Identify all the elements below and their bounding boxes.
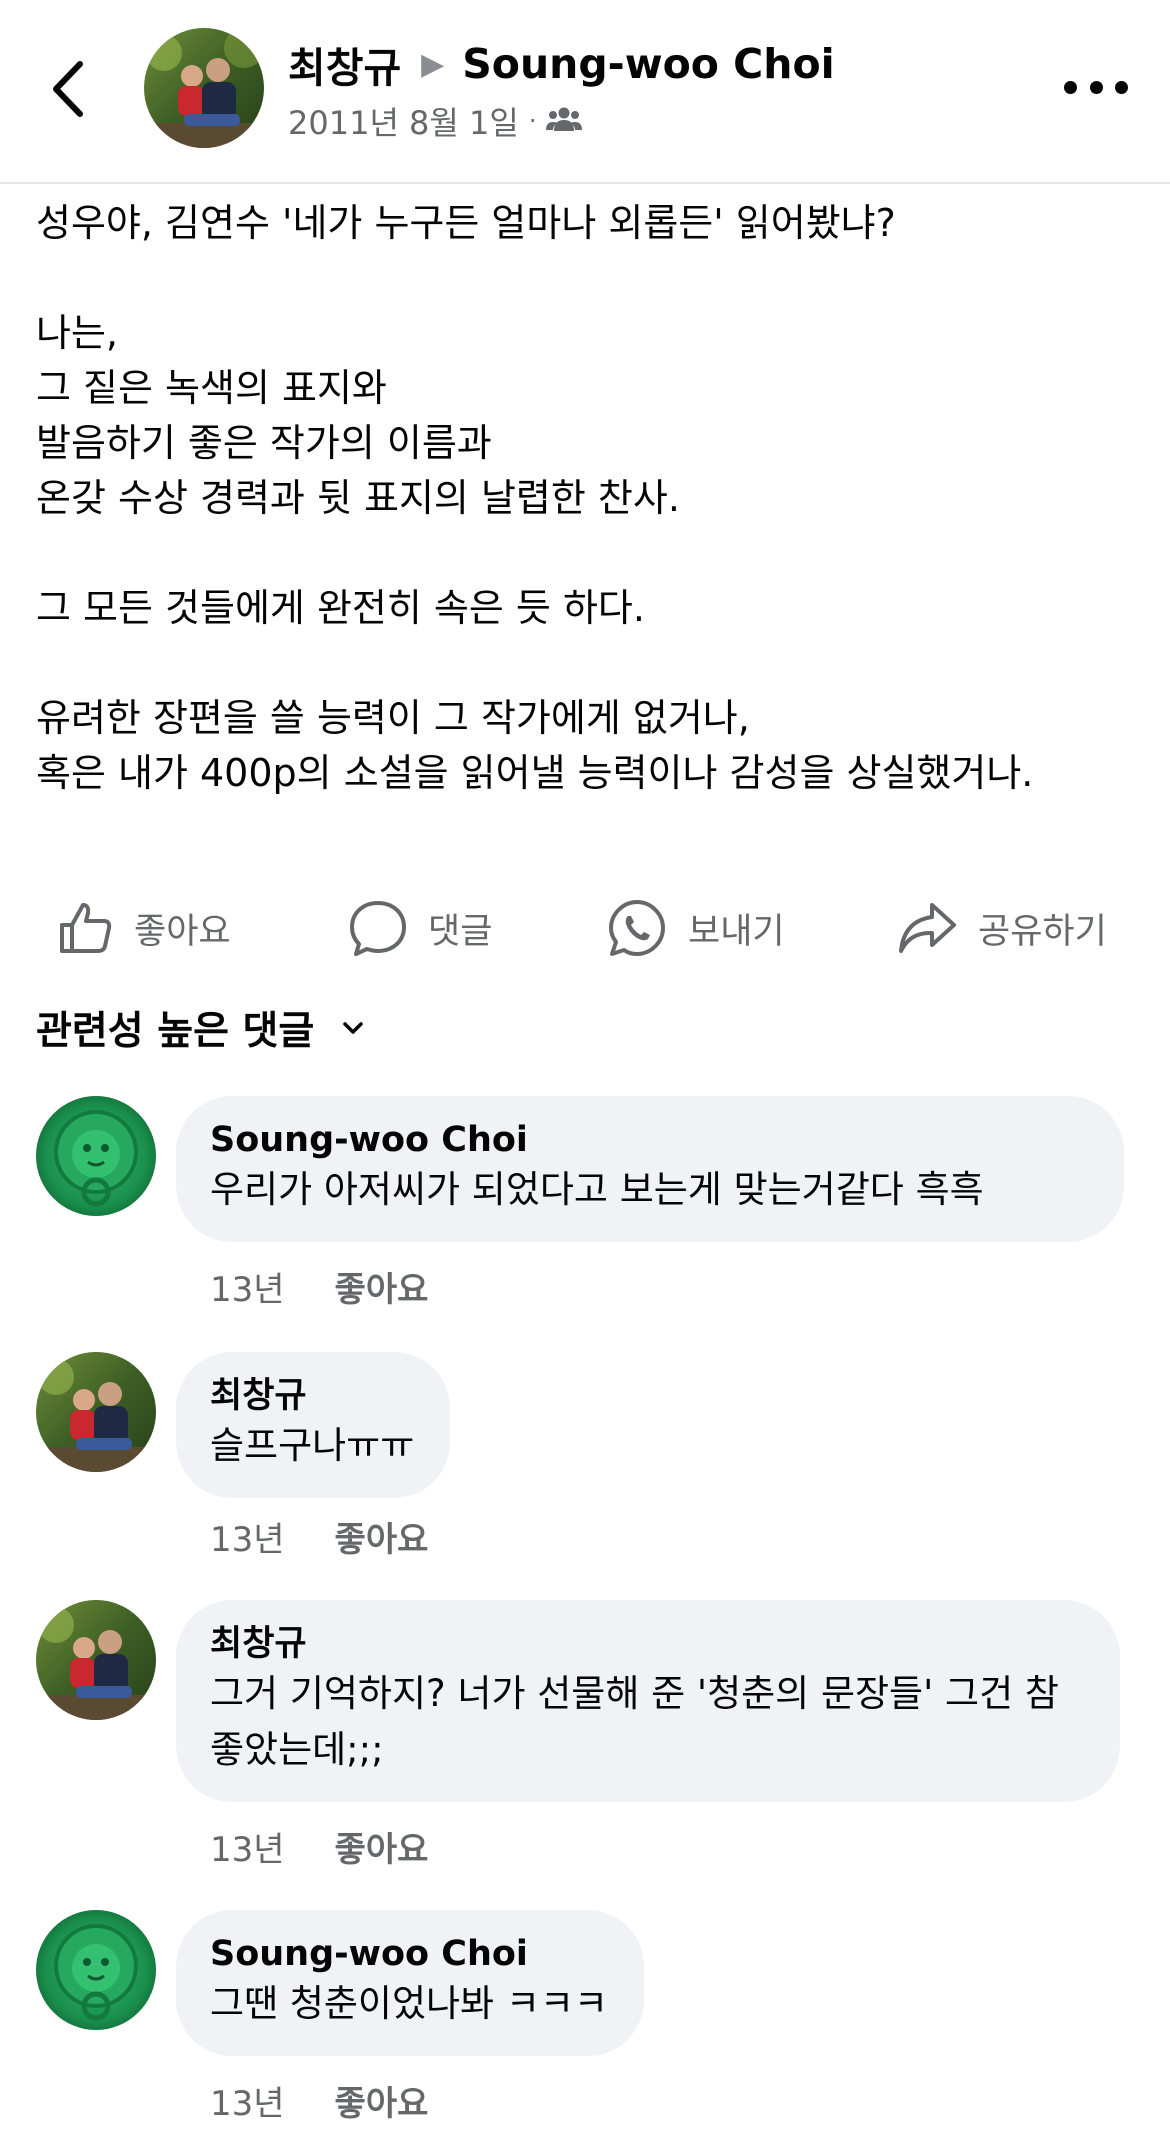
back-chevron-icon [53, 61, 83, 117]
whatsapp-icon [609, 900, 665, 956]
sort-label: 관련성 높은 댓글 [36, 1009, 315, 1054]
comment-like-button[interactable]: 좋아요 [335, 1512, 429, 1561]
share-button[interactable]: 공유하기 [896, 890, 1107, 966]
comment-label: 댓글 [428, 911, 493, 952]
back-button[interactable] [44, 54, 100, 124]
comment-author[interactable]: 최창규 [210, 1374, 414, 1418]
comment-bubble: 최창규 그거 기억하지? 너가 선물해 준 '청춘의 문장들' 그건 참 좋았는… [176, 1600, 1120, 1802]
share-arrow-icon [899, 903, 956, 953]
comment-time[interactable]: 13년 [210, 1512, 285, 1561]
comment-text: 슬프구나ㅠㅠ [210, 1424, 415, 1467]
more-options-button[interactable] [1064, 72, 1128, 102]
comment-text: 그땐 청춘이었나봐 ㅋㅋㅋ [210, 1982, 608, 2025]
share-label: 공유하기 [978, 911, 1107, 952]
comment-sort-dropdown[interactable]: 관련성 높은 댓글 [36, 1000, 364, 1056]
couple-photo-icon [144, 28, 264, 148]
comment-time[interactable]: 13년 [210, 1822, 285, 1871]
separator-dot: · [528, 107, 537, 135]
author-name[interactable]: 최창규 [288, 34, 401, 94]
lion-icon [36, 1096, 156, 1216]
comment-meta: 13년 좋아요 [210, 1822, 428, 1871]
comment-bubble-icon [350, 901, 406, 956]
post-date[interactable]: 2011년 8월 1일 [288, 98, 519, 144]
commenter-avatar[interactable] [36, 1600, 156, 1720]
lion-icon [36, 1910, 156, 2030]
send-label: 보내기 [688, 911, 785, 952]
to-arrow-icon: ▶ [421, 46, 445, 82]
post-action-bar: 좋아요 댓글 보내기 공유하기 [0, 890, 1170, 966]
commenter-avatar[interactable] [36, 1352, 156, 1472]
recipient-name[interactable]: Soung-woo Choi [462, 40, 834, 88]
comment-meta: 13년 좋아요 [210, 1262, 428, 1311]
author-avatar[interactable] [144, 28, 264, 148]
couple-photo-icon [36, 1600, 156, 1720]
comment-meta: 13년 좋아요 [210, 2076, 428, 2125]
comment-bubble: 최창규 슬프구나ㅠㅠ [176, 1352, 451, 1498]
commenter-avatar[interactable] [36, 1910, 156, 2030]
comment-text: 우리가 아저씨가 되었다고 보는게 맞는거같다 흑흑 [210, 1168, 984, 1211]
comment-author[interactable]: Soung-woo Choi [210, 1118, 1088, 1162]
more-dot [1089, 80, 1103, 94]
more-dot [1064, 80, 1077, 94]
comment-like-button[interactable]: 좋아요 [335, 1822, 429, 1871]
send-button[interactable]: 보내기 [606, 890, 785, 966]
like-button[interactable]: 좋아요 [56, 890, 231, 966]
comment-time[interactable]: 13년 [210, 1262, 285, 1311]
post-header: 최창규 ▶ Soung-woo Choi 2011년 8월 1일 · [0, 0, 1170, 184]
comment-text: 그거 기억하지? 너가 선물해 준 '청춘의 문장들' 그건 참 좋았는데;;; [210, 1672, 1071, 1771]
like-label: 좋아요 [134, 911, 231, 952]
comment-meta: 13년 좋아요 [210, 1512, 428, 1561]
comment-author[interactable]: 최창규 [210, 1622, 1084, 1666]
couple-photo-icon [36, 1352, 156, 1472]
post-text: 성우야, 김연수 '네가 누구든 얼마나 외롭든' 읽어봤냐? 나는, 그 짙은… [36, 201, 1034, 795]
comment-bubble: Soung-woo Choi 우리가 아저씨가 되었다고 보는게 맞는거같다 흑… [176, 1096, 1124, 1242]
comment-bubble: Soung-woo Choi 그땐 청춘이었나봐 ㅋㅋㅋ [176, 1910, 644, 2056]
chevron-down-icon [343, 1022, 364, 1034]
post-meta: 2011년 8월 1일 · [288, 98, 583, 144]
thumbs-up-icon [60, 903, 112, 953]
comment-like-button[interactable]: 좋아요 [335, 1262, 429, 1311]
commenter-avatar[interactable] [36, 1096, 156, 1216]
post-title: 최창규 ▶ Soung-woo Choi [288, 34, 835, 94]
more-dot [1115, 80, 1128, 94]
comment-author[interactable]: Soung-woo Choi [210, 1932, 608, 1976]
comment-button[interactable]: 댓글 [348, 890, 492, 966]
comment-time[interactable]: 13년 [210, 2076, 285, 2125]
friends-icon[interactable] [546, 102, 583, 140]
comment-like-button[interactable]: 좋아요 [335, 2076, 429, 2125]
